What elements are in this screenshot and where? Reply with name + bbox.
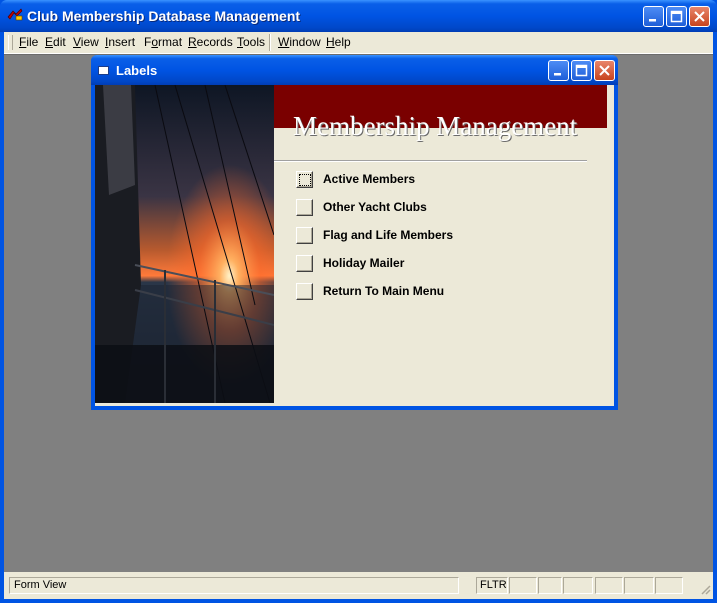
menu-file[interactable]: File <box>19 35 38 49</box>
option-label: Holiday Mailer <box>323 256 405 270</box>
status-panel <box>595 577 623 594</box>
app-window: Club Membership Database Management File… <box>0 0 717 603</box>
minimize-icon <box>649 19 656 22</box>
menu-tools[interactable]: Tools <box>237 35 265 49</box>
labels-title: Labels <box>116 63 158 78</box>
menu-view[interactable]: View <box>73 35 99 49</box>
app-title: Club Membership Database Management <box>27 8 301 24</box>
status-panel <box>655 577 683 594</box>
option-button[interactable] <box>296 255 313 272</box>
menu-records[interactable]: Records <box>188 35 233 49</box>
labels-title-bar[interactable]: Labels <box>91 55 618 85</box>
option-label: Return To Main Menu <box>323 284 445 298</box>
option-button[interactable] <box>296 227 313 244</box>
menu-bar: File Edit View Insert Format Records Too… <box>4 32 713 54</box>
menu-insert[interactable]: Insert <box>105 35 135 49</box>
close-icon <box>694 11 705 22</box>
form-body: Membership Management Active Members Oth… <box>95 85 614 406</box>
child-minimize-button[interactable] <box>548 60 569 81</box>
status-filter-panel: FLTR <box>476 577 508 594</box>
option-holiday-mailer[interactable]: Holiday Mailer <box>296 254 526 274</box>
option-button[interactable] <box>296 283 313 300</box>
status-filter: FLTR <box>480 579 507 591</box>
status-mode-panel: Form View <box>9 577 459 594</box>
status-panel <box>538 577 562 594</box>
resize-grip-icon[interactable] <box>699 583 711 595</box>
option-label: Flag and Life Members <box>323 228 454 242</box>
child-maximize-button[interactable] <box>571 60 592 81</box>
child-close-button[interactable] <box>594 60 615 81</box>
option-active-members[interactable]: Active Members <box>296 170 526 190</box>
minimize-button[interactable] <box>643 6 664 27</box>
access-key-icon <box>7 8 23 21</box>
menu-separator <box>269 34 271 51</box>
form-heading: Membership Management <box>293 111 578 141</box>
option-other-yacht-clubs[interactable]: Other Yacht Clubs <box>296 198 526 218</box>
close-button[interactable] <box>689 6 710 27</box>
menu-format[interactable]: Format <box>144 35 182 49</box>
option-return-to-main-menu[interactable]: Return To Main Menu <box>296 282 526 302</box>
option-button[interactable] <box>296 171 313 188</box>
maximize-icon <box>670 10 683 23</box>
sailboat-sunset-image <box>95 85 274 403</box>
form-icon <box>98 66 109 75</box>
menu-help[interactable]: Help <box>326 35 351 49</box>
status-mode: Form View <box>14 579 67 591</box>
menu-grip[interactable] <box>8 35 13 50</box>
option-button[interactable] <box>296 199 313 216</box>
close-icon <box>599 65 610 76</box>
menu-edit[interactable]: Edit <box>45 35 66 49</box>
maximize-icon <box>575 64 588 77</box>
option-label: Active Members <box>323 172 416 186</box>
minimize-icon <box>554 73 561 76</box>
status-bar: Form View FLTR <box>4 572 713 597</box>
status-panel <box>563 577 593 594</box>
option-label: Other Yacht Clubs <box>323 200 427 214</box>
menu-window[interactable]: Window <box>278 35 321 49</box>
heading-divider <box>274 160 587 162</box>
status-panel <box>624 577 654 594</box>
app-title-bar[interactable]: Club Membership Database Management <box>0 0 717 32</box>
option-flag-and-life-members[interactable]: Flag and Life Members <box>296 226 526 246</box>
status-panel <box>509 577 537 594</box>
labels-window: Labels Membership Management Active Memb… <box>91 55 618 410</box>
maximize-button[interactable] <box>666 6 687 27</box>
